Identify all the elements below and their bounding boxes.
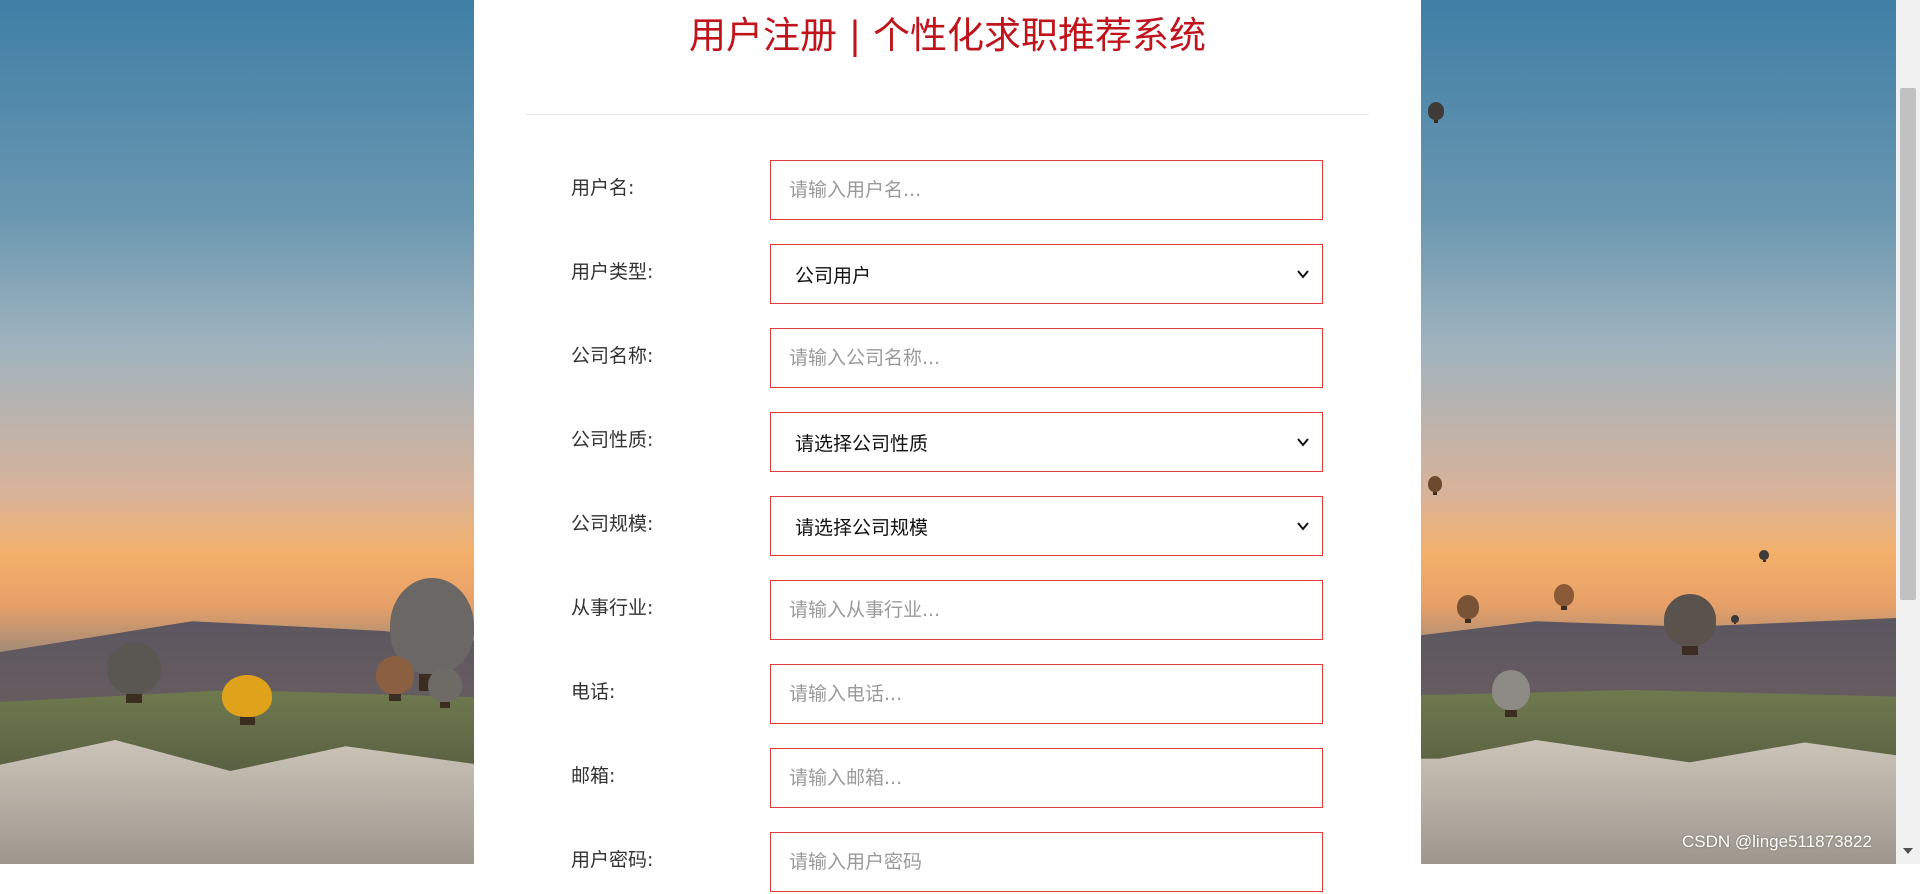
phone-label: 电话: [571,681,616,703]
hot-air-balloon [107,642,161,704]
form-row-user-type: 用户类型: 公司用户 [474,244,1421,306]
form-row-username: 用户名: [474,160,1421,222]
form-row-phone: 电话: [474,664,1421,726]
chevron-down-icon [1297,522,1309,531]
email-label: 邮箱: [571,765,616,787]
phone-input[interactable] [770,664,1323,724]
company-scale-select[interactable]: 请选择公司规模 [770,496,1323,556]
hot-air-balloon [1457,595,1479,624]
user-type-select[interactable]: 公司用户 [770,244,1323,304]
company-nature-select[interactable]: 请选择公司性质 [770,412,1323,472]
hot-air-balloon [1492,670,1530,718]
scrollbar-thumb[interactable] [1900,88,1916,600]
password-label: 用户密码: [571,849,654,871]
company-name-input[interactable] [770,328,1323,388]
page-title: 用户注册 | 个性化求职推荐系统 [689,14,1206,57]
company-name-label: 公司名称: [571,345,654,367]
hot-air-balloon [222,675,272,725]
form-row-company-nature: 公司性质: 请选择公司性质 [474,412,1421,474]
form-row-company-name: 公司名称: [474,328,1421,390]
company-nature-label: 公司性质: [571,429,654,451]
user-type-selected-value: 公司用户 [795,264,872,287]
hot-air-balloon [1664,594,1716,656]
form-row-password: 用户密码: [474,832,1421,894]
industry-label: 从事行业: [571,597,654,619]
form-row-industry: 从事行业: [474,580,1421,642]
form-row-email: 邮箱: [474,748,1421,810]
chevron-down-icon [1297,270,1309,279]
company-scale-label: 公司规模: [571,513,654,535]
chevron-down-icon [1297,438,1309,447]
hot-air-balloon [1554,584,1574,610]
email-input[interactable] [770,748,1323,808]
hot-air-balloon [376,656,414,701]
username-label: 用户名: [571,177,635,199]
registration-panel: 用户注册 | 个性化求职推荐系统 用户名: 用户类型: 公司用户 公司名称: 公… [474,0,1421,892]
title-divider [526,114,1369,115]
password-input[interactable] [770,832,1323,892]
hot-air-balloon [1428,102,1444,124]
industry-input[interactable] [770,580,1323,640]
scroll-down-arrow-icon[interactable] [1903,848,1913,854]
hot-air-balloon [428,668,462,709]
company-nature-selected-value: 请选择公司性质 [795,432,929,455]
form-row-company-scale: 公司规模: 请选择公司规模 [474,496,1421,558]
hot-air-balloon [1759,550,1769,562]
hot-air-balloon [1428,476,1442,495]
username-input[interactable] [770,160,1323,220]
vertical-scrollbar[interactable] [1896,0,1920,864]
user-type-label: 用户类型: [571,261,654,283]
company-scale-selected-value: 请选择公司规模 [795,516,929,539]
csdn-watermark: CSDN @linge511873822 [1682,832,1872,851]
hot-air-balloon [1731,615,1739,625]
